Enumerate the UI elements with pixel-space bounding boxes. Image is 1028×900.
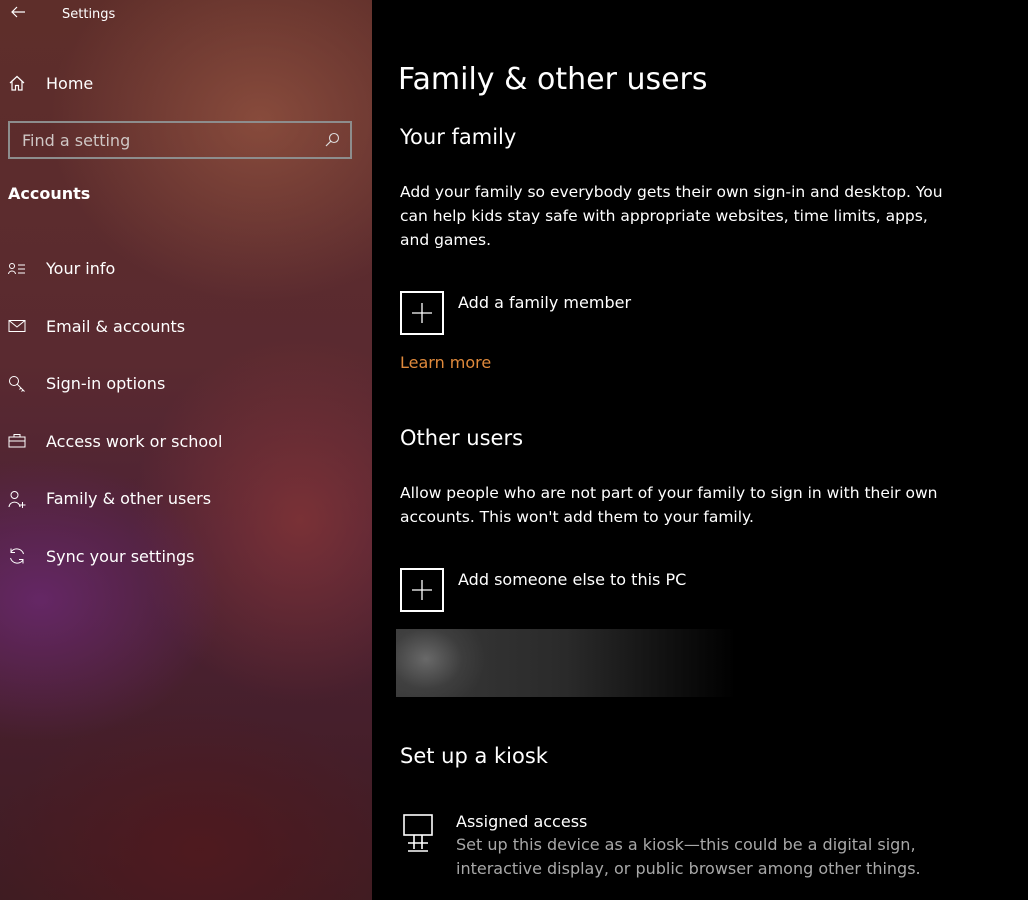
back-arrow-icon[interactable]	[8, 4, 28, 24]
sidebar-item-sync-settings[interactable]: Sync your settings	[0, 528, 372, 586]
nav-home-label: Home	[46, 73, 94, 93]
briefcase-icon	[8, 432, 26, 450]
redacted-user-entry[interactable]	[396, 629, 736, 697]
section-heading-accounts: Accounts	[8, 184, 91, 203]
main-content: Family & other users Your family Add you…	[372, 0, 1028, 900]
assigned-access-title: Assigned access	[456, 812, 588, 831]
sidebar-item-label: Email & accounts	[46, 316, 186, 336]
add-family-member-button[interactable]: Add a family member	[400, 291, 631, 335]
mail-icon	[8, 317, 26, 335]
add-someone-else-label: Add someone else to this PC	[458, 570, 687, 589]
sync-icon	[8, 547, 26, 565]
add-person-icon	[8, 490, 26, 508]
settings-window: Settings Home Accounts Your info	[0, 0, 1028, 900]
sidebar-item-email-accounts[interactable]: Email & accounts	[0, 298, 372, 356]
add-someone-else-button[interactable]: Add someone else to this PC	[400, 568, 686, 612]
page-title: Family & other users	[398, 62, 708, 97]
sidebar-item-label: Family & other users	[46, 489, 212, 509]
section-heading-other-users: Other users	[400, 426, 524, 450]
other-users-description: Allow people who are not part of your fa…	[400, 484, 938, 526]
sidebar-item-family-other-users[interactable]: Family & other users	[0, 470, 372, 528]
assigned-access-text: Assigned access Set up this device as a …	[456, 811, 956, 881]
section-heading-your-family: Your family	[400, 125, 517, 149]
sidebar-item-access-work-school[interactable]: Access work or school	[0, 413, 372, 471]
plus-icon	[400, 568, 444, 612]
home-icon	[8, 74, 26, 92]
add-family-member-label: Add a family member	[458, 293, 632, 312]
sidebar-item-label: Access work or school	[46, 431, 223, 451]
sidebar-item-your-info[interactable]: Your info	[0, 240, 372, 298]
plus-icon	[400, 291, 444, 335]
title-bar: Settings	[0, 0, 372, 32]
assigned-access-item[interactable]: Assigned access Set up this device as a …	[402, 811, 956, 881]
family-description: Add your family so everybody gets their …	[400, 183, 943, 249]
sidebar-item-sign-in-options[interactable]: Sign-in options	[0, 355, 372, 413]
sidebar: Settings Home Accounts Your info	[0, 0, 372, 900]
sidebar-item-label: Sync your settings	[46, 546, 195, 566]
contact-info-icon	[8, 260, 26, 278]
kiosk-display-icon	[402, 813, 438, 857]
key-icon	[8, 375, 26, 393]
app-title: Settings	[62, 7, 116, 22]
assigned-access-description: Set up this device as a kiosk—this could…	[456, 835, 921, 878]
learn-more-link[interactable]: Learn more	[400, 353, 491, 372]
search-icon[interactable]	[318, 125, 346, 155]
search-box[interactable]	[8, 121, 352, 159]
sidebar-item-label: Sign-in options	[46, 374, 166, 394]
section-heading-kiosk: Set up a kiosk	[400, 744, 548, 768]
accounts-nav: Your info Email & accounts Sign-in optio…	[0, 240, 372, 585]
sidebar-item-label: Your info	[46, 259, 116, 279]
nav-home[interactable]: Home	[0, 64, 372, 102]
search-input[interactable]	[10, 125, 318, 155]
